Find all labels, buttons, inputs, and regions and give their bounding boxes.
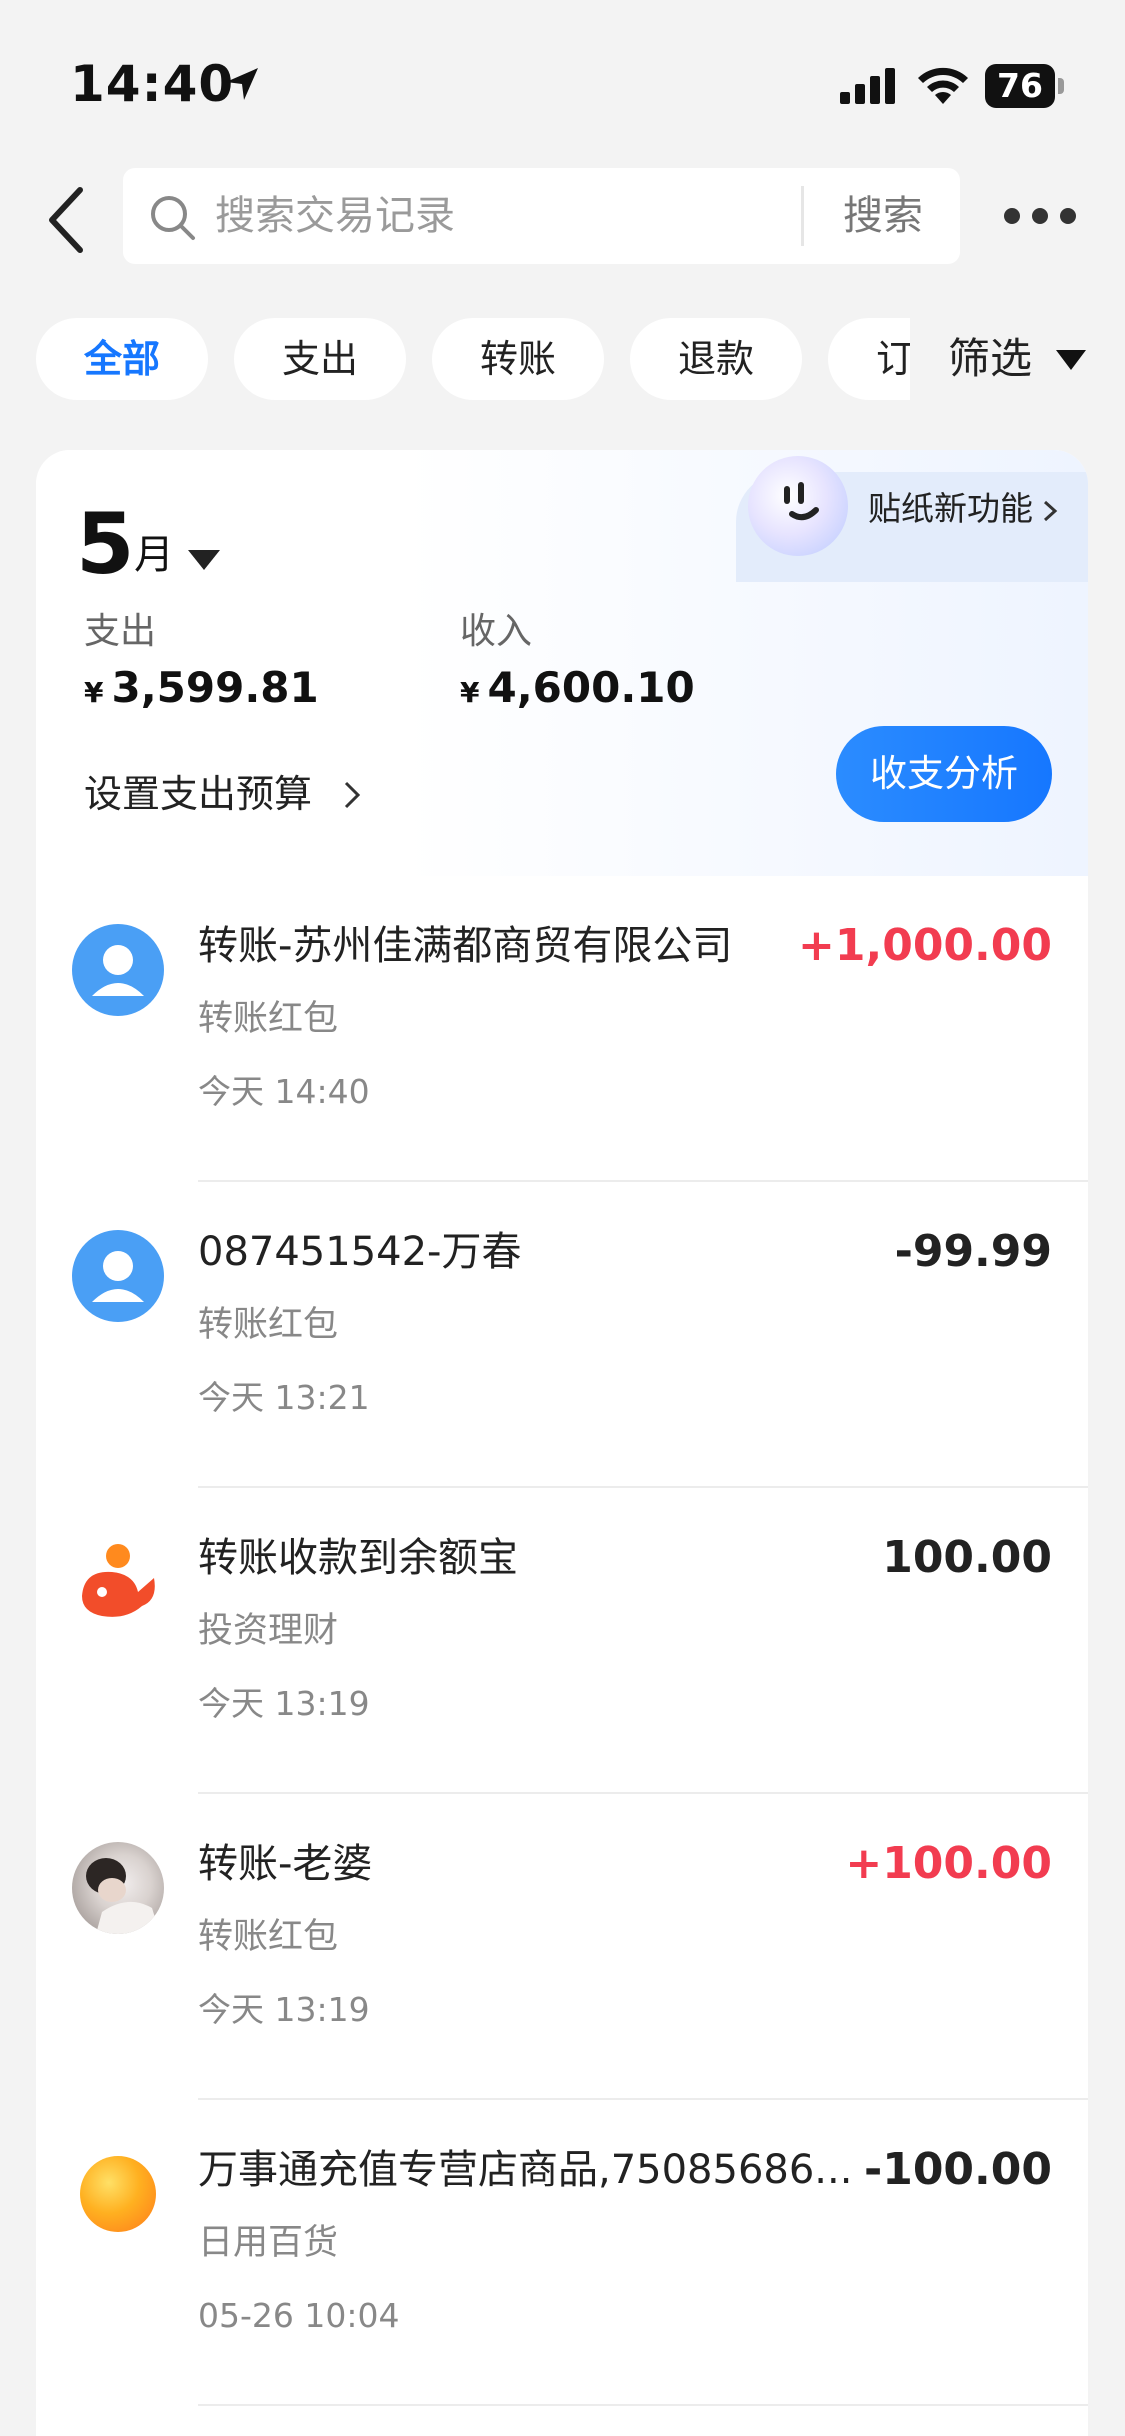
transactions-card: 贴纸新功能 5 月 支出 ¥3,599.81 收入 ¥4,600.10 设置支出… [36,450,1088,2436]
chevron-right-icon [1043,500,1058,522]
smiley-face-icon [784,482,819,521]
chip-expense[interactable]: 支出 [234,318,406,400]
transaction-row[interactable]: 转账收款到余额宝 100.00 投资理财 今天 13:19 [36,1488,1088,1794]
transaction-amount: -100.00 [863,2144,1052,2195]
search-bar[interactable]: 搜索交易记录 搜索 [123,168,960,264]
filter-label: 筛选 [948,334,1033,383]
search-input[interactable]: 搜索交易记录 [215,190,455,242]
transaction-date: 05-26 10:04 [198,2296,400,2335]
income-expense-analysis-button[interactable]: 收支分析 [836,726,1052,822]
income-currency: ¥ [460,676,480,709]
filter-dropdown-icon [1056,350,1086,370]
search-button[interactable]: 搜索 [823,190,943,242]
income-amount: ¥4,600.10 [460,662,695,719]
chip-refund[interactable]: 退款 [630,318,802,400]
transaction-date: 今天 13:19 [198,1990,370,2029]
chip-transfer[interactable]: 转账 [432,318,604,400]
transaction-date: 今天 13:21 [198,1378,370,1417]
back-chevron-icon[interactable] [40,180,100,260]
set-budget-link[interactable]: 设置支出预算 [84,768,312,820]
person-icon [72,924,164,1016]
transaction-row[interactable]: 087451542-万春 -99.99 转账红包 今天 13:21 [36,1182,1088,1488]
cellular-signal-icon [840,68,895,104]
transaction-row[interactable]: 转账-老婆 +100.00 转账红包 今天 13:19 [36,1794,1088,2100]
status-time: 14:40 [70,55,235,113]
chip-all[interactable]: 全部 [36,318,208,400]
filter-button[interactable]: 筛选 [948,318,1086,400]
transaction-title: 万事通充值专营店商品,75085686... [198,2147,853,2193]
orange-logo-icon [80,2156,156,2232]
transaction-title: 转账-苏州佳满都商贸有限公司 [198,923,733,969]
search-divider [801,186,804,246]
transaction-amount: -99.99 [894,1226,1052,1277]
expense-label: 支出 [84,611,157,652]
transaction-category: 转账红包 [198,1305,339,1345]
search-icon [151,196,195,240]
battery-indicator: 76 [985,64,1065,108]
transaction-amount: +100.00 [845,1838,1052,1889]
sticker-avatar[interactable] [748,456,848,556]
location-arrow-icon [226,68,258,100]
month-number[interactable]: 5 [76,494,134,594]
sticker-feature-label[interactable]: 贴纸新功能 [868,484,1033,534]
transaction-category: 日用百货 [198,2223,339,2263]
month-dropdown-icon[interactable] [188,550,220,570]
battery-level: 76 [985,64,1055,108]
transaction-date: 今天 13:19 [198,1684,370,1723]
transaction-category: 转账红包 [198,1917,339,1957]
transaction-row[interactable]: 转账-苏州佳满都商贸有限公司 +1,000.00 转账红包 今天 14:40 [36,876,1088,1182]
row-divider [198,2404,1088,2406]
status-bar: 14:40 76 [0,0,1125,160]
transaction-row[interactable]: 万事通充值专营店商品,75085686... -100.00 日用百货 05-2… [36,2100,1088,2406]
transaction-amount: 100.00 [882,1532,1052,1583]
person-icon [72,1230,164,1322]
income-value: 4,600.10 [487,663,695,712]
transaction-title: 转账-老婆 [198,1841,373,1887]
expense-amount: ¥3,599.81 [84,662,319,719]
expense-value: 3,599.81 [111,663,319,712]
chevron-right-icon [344,781,361,809]
transaction-title: 转账收款到余额宝 [198,1535,518,1581]
battery-cap [1058,78,1064,94]
yuebao-icon [72,1536,164,1628]
wifi-icon [918,67,968,104]
income-label: 收入 [460,611,533,652]
transaction-amount: +1,000.00 [798,920,1052,971]
transaction-title: 087451542-万春 [198,1229,522,1275]
month-unit[interactable]: 月 [134,530,174,580]
transaction-category: 投资理财 [198,1611,339,1651]
filter-chips: 全部 支出 转账 退款 订单 筛选 [0,318,1125,400]
month-summary: 贴纸新功能 5 月 支出 ¥3,599.81 收入 ¥4,600.10 设置支出… [36,450,1088,876]
more-options-icon[interactable] [1000,198,1080,234]
transaction-category: 转账红包 [198,999,339,1039]
transaction-date: 今天 14:40 [198,1072,370,1111]
expense-currency: ¥ [84,676,104,709]
photo-avatar [72,1842,164,1934]
